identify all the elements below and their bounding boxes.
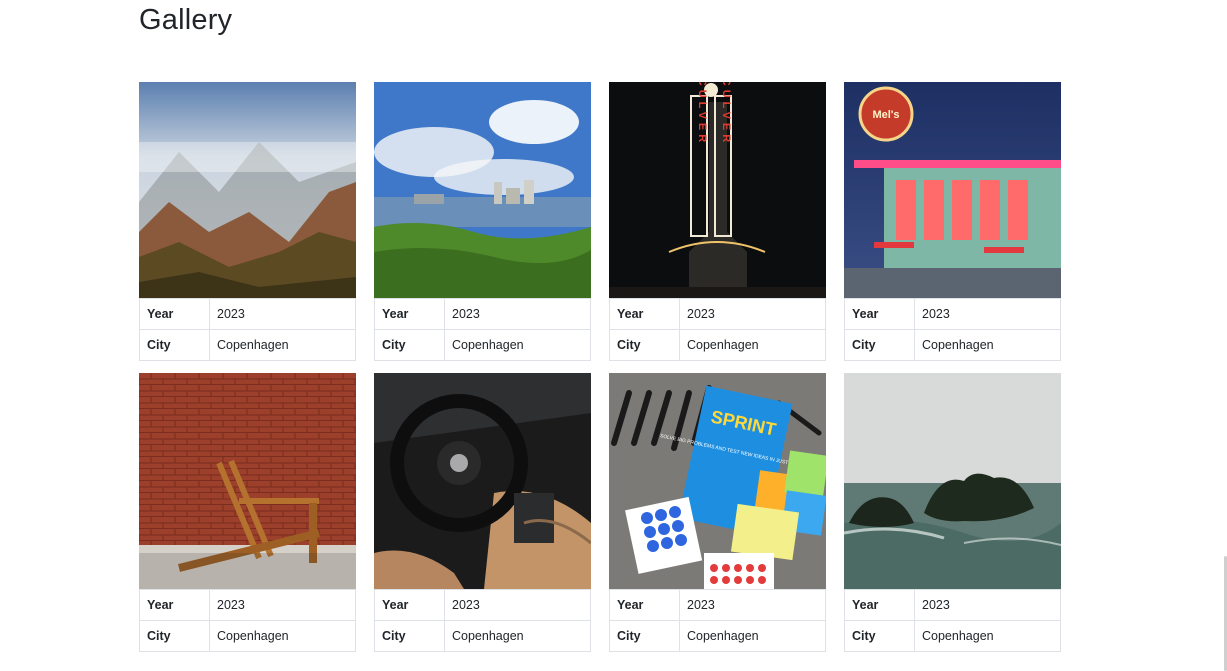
meta-table: Year 2023 City Copenhagen [374,298,591,361]
car-interior-steering-wheel-photo[interactable] [374,373,591,589]
city-value: Copenhagen [444,620,591,652]
culver-neon-sign-image: CULVER CULVER [609,82,826,298]
city-value: Copenhagen [444,329,591,361]
city-label: City [844,329,915,361]
gallery-card: SPRINT SOLVE BIG PROBLEMS AND TEST NEW I… [609,373,826,652]
city-row: City Copenhagen [374,329,591,361]
gallery-card: CULVER CULVER Year 2023 City Copenhagen [609,82,826,361]
meta-table: Year 2023 City Copenhagen [139,298,356,361]
year-label: Year [844,298,915,330]
gallery-card: Year 2023 City Copenhagen [139,373,356,652]
city-row: City Copenhagen [844,620,1061,652]
city-row: City Copenhagen [139,620,356,652]
year-value: 2023 [914,298,1061,330]
year-row: Year 2023 [139,589,356,621]
wooden-chair-brick-wall-image [139,373,356,589]
year-row: Year 2023 [609,298,826,330]
year-value: 2023 [679,298,826,330]
year-row: Year 2023 [609,589,826,621]
city-label: City [374,329,445,361]
city-label: City [139,620,210,652]
city-row: City Copenhagen [139,329,356,361]
city-value: Copenhagen [209,329,356,361]
city-label: City [609,329,680,361]
gallery-card: Year 2023 City Copenhagen [374,82,591,361]
year-row: Year 2023 [139,298,356,330]
gallery-card: Year 2023 City Copenhagen [139,82,356,361]
misty-mountain-valley-image [139,82,356,298]
year-row: Year 2023 [844,589,1061,621]
year-value: 2023 [209,298,356,330]
city-row: City Copenhagen [844,329,1061,361]
city-label: City [609,620,680,652]
page-title: Gallery [139,4,233,36]
meta-table: Year 2023 City Copenhagen [844,589,1061,652]
city-value: Copenhagen [679,329,826,361]
city-row: City Copenhagen [374,620,591,652]
meta-table: Year 2023 City Copenhagen [844,298,1061,361]
rocky-island-sea-photo[interactable] [844,373,1061,589]
year-row: Year 2023 [374,298,591,330]
car-interior-steering-wheel-image [374,373,591,589]
city-row: City Copenhagen [609,329,826,361]
city-label: City [139,329,210,361]
meta-table: Year 2023 City Copenhagen [139,589,356,652]
meta-table: Year 2023 City Copenhagen [609,298,826,361]
year-label: Year [844,589,915,621]
sprint-book-sticky-notes-image: SPRINT SOLVE BIG PROBLEMS AND TEST NEW I… [609,373,826,589]
rocky-island-sea-image [844,373,1061,589]
year-row: Year 2023 [374,589,591,621]
gallery-card: Year 2023 City Copenhagen [844,373,1061,652]
city-value: Copenhagen [209,620,356,652]
year-label: Year [609,589,680,621]
waterfront-city-skyline-image [374,82,591,298]
diner-sign-text: Mel's [872,109,899,121]
gallery-card: Mel's Year 2023 City Copenhagen [844,82,1061,361]
year-label: Year [139,298,210,330]
year-value: 2023 [914,589,1061,621]
gallery-grid: Year 2023 City Copenhagen Year 2023 City… [139,82,1061,652]
year-label: Year [609,298,680,330]
sprint-book-sticky-notes-photo[interactable]: SPRINT SOLVE BIG PROBLEMS AND TEST NEW I… [609,373,826,589]
city-label: City [844,620,915,652]
year-value: 2023 [444,298,591,330]
year-value: 2023 [209,589,356,621]
city-value: Copenhagen [679,620,826,652]
year-value: 2023 [679,589,826,621]
city-value: Copenhagen [914,620,1061,652]
misty-mountain-valley-photo[interactable] [139,82,356,298]
year-value: 2023 [444,589,591,621]
year-label: Year [374,589,445,621]
meta-table: Year 2023 City Copenhagen [374,589,591,652]
retro-diner-night-photo[interactable]: Mel's [844,82,1061,298]
city-row: City Copenhagen [609,620,826,652]
meta-table: Year 2023 City Copenhagen [609,589,826,652]
neon-sign-text-left: CULVER [696,82,708,146]
gallery-card: Year 2023 City Copenhagen [374,373,591,652]
wooden-chair-brick-wall-photo[interactable] [139,373,356,589]
year-row: Year 2023 [844,298,1061,330]
year-label: Year [139,589,210,621]
neon-sign-text-right: CULVER [720,82,732,146]
city-value: Copenhagen [914,329,1061,361]
city-label: City [374,620,445,652]
culver-neon-sign-photo[interactable]: CULVER CULVER [609,82,826,298]
retro-diner-night-image: Mel's [844,82,1061,298]
year-label: Year [374,298,445,330]
waterfront-city-skyline-photo[interactable] [374,82,591,298]
